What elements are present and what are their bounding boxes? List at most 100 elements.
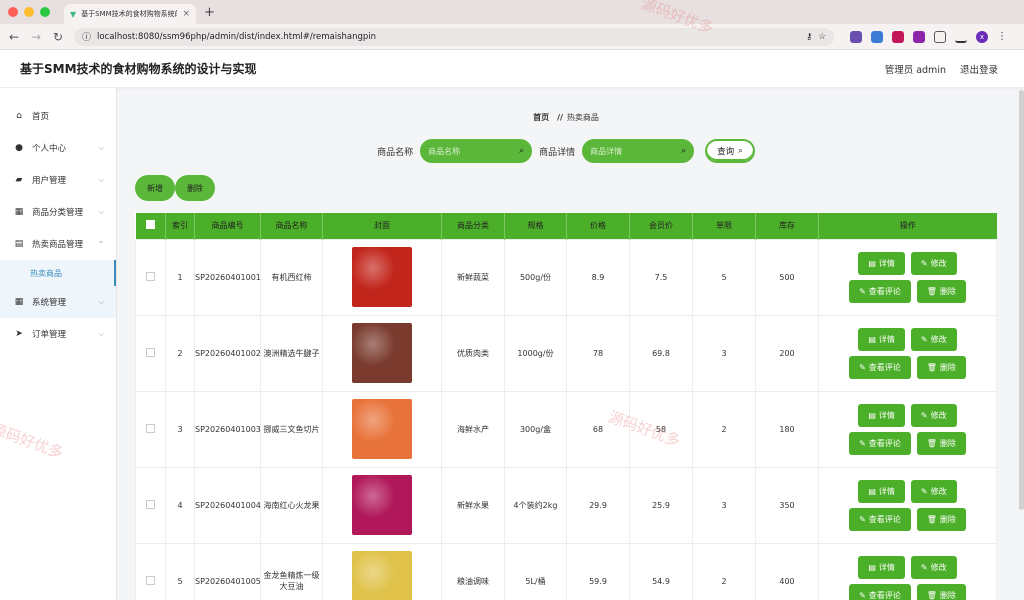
bookmark-star-icon[interactable]: ☆	[818, 32, 826, 42]
sidebar-item-system[interactable]: ▦ 系统管理 ⌵	[0, 286, 116, 318]
add-button[interactable]: 新增	[135, 175, 175, 201]
breadcrumb-home[interactable]: 首页	[533, 113, 549, 122]
product-cover-image[interactable]	[352, 323, 412, 383]
row-checkbox[interactable]	[146, 499, 155, 509]
extension-scissors-icon[interactable]	[850, 30, 862, 43]
site-info-icon[interactable]: ⓘ	[82, 30, 91, 43]
edit-button[interactable]: ✎ 修改	[910, 403, 957, 427]
sidebar-subitem-hot-products[interactable]: 热卖商品	[0, 260, 116, 286]
detail-button[interactable]: ▤ 详情	[858, 327, 905, 351]
product-name-field[interactable]: ⌕	[420, 139, 533, 163]
product-cover-image[interactable]	[352, 475, 412, 535]
maximize-window-button[interactable]	[40, 7, 50, 17]
select-all-header[interactable]	[135, 213, 166, 239]
delete-button-label: 删除	[939, 362, 956, 372]
sidebar-item-home[interactable]: ⌂ 首页	[0, 100, 116, 132]
view-reviews-button[interactable]: ✎ 查看评论	[849, 431, 911, 455]
detail-button-label: 详情	[878, 334, 895, 344]
close-tab-icon[interactable]: ×	[182, 9, 190, 19]
member-price-cell: 58	[629, 390, 693, 468]
view-reviews-button[interactable]: ✎ 查看评论	[849, 583, 911, 600]
close-window-button[interactable]	[8, 7, 18, 17]
row-checkbox[interactable]	[146, 347, 155, 357]
product-detail-label: 商品详情	[539, 147, 576, 158]
view-reviews-button[interactable]: ✎ 查看评论	[849, 279, 911, 303]
delete-button[interactable]: 🗑 删除	[916, 431, 966, 455]
product-cover-image[interactable]	[352, 247, 412, 307]
row-checkbox[interactable]	[146, 271, 155, 281]
member-price-cell: 7.5	[629, 238, 693, 316]
downloads-icon[interactable]	[955, 31, 967, 43]
reload-icon[interactable]: ↻	[52, 30, 64, 44]
category-cell: 海鲜水产	[441, 390, 505, 468]
trash-icon: 🗑	[926, 362, 937, 372]
product-detail-input[interactable]	[590, 146, 671, 156]
detail-button[interactable]: ▤ 详情	[858, 479, 905, 503]
extension-avatar-icon[interactable]	[913, 30, 925, 43]
edit-button[interactable]: ✎ 修改	[910, 479, 957, 503]
sidebar-item-personal[interactable]: ● 个人中心 ⌵	[0, 132, 116, 164]
trash-icon: 🗑	[926, 286, 937, 296]
table-row: 5 SP20260401005 金龙鱼精炼一级大豆油 粮油调味 5L/桶 59.9 54.9…	[135, 542, 997, 600]
sidebar-item-label: 个人中心	[32, 144, 67, 154]
row-select-cell[interactable]	[135, 466, 166, 544]
table-row: 4 SP20260401004 海南红心火龙果 新鲜水果 4个装约2kg 29.9 25.9…	[135, 466, 997, 544]
edit-button[interactable]: ✎ 修改	[910, 327, 957, 351]
query-button[interactable]: 查询 ⌕	[705, 139, 755, 163]
delete-button[interactable]: 🗑 删除	[916, 355, 966, 379]
detail-button[interactable]: ▤ 详情	[858, 555, 905, 579]
key-icon[interactable]: ⚷	[806, 32, 812, 42]
batch-delete-button[interactable]: 删除	[175, 175, 215, 201]
address-bar[interactable]: ⓘ localhost:8080/ssm96php/admin/dist/ind…	[74, 27, 834, 46]
page-scrollbar[interactable]	[1019, 90, 1024, 510]
product-name-input[interactable]	[428, 146, 509, 156]
detail-button-label: 详情	[878, 486, 895, 496]
edit-icon: ✎	[859, 438, 866, 448]
select-all-checkbox[interactable]	[145, 220, 155, 230]
limit-cell: 3	[692, 314, 756, 392]
edit-button[interactable]: ✎ 修改	[910, 251, 957, 275]
extensions-puzzle-icon[interactable]	[934, 30, 946, 43]
browser-tab[interactable]: ▼ 基于SMM技术的食材购物系统的 ×	[64, 4, 196, 24]
category-cell: 新鲜蔬菜	[441, 238, 505, 316]
row-select-cell[interactable]	[135, 390, 166, 468]
row-select-cell[interactable]	[135, 314, 166, 392]
forward-icon[interactable]: →	[30, 30, 42, 44]
row-select-cell[interactable]	[135, 542, 166, 600]
back-icon[interactable]: ←	[8, 30, 20, 44]
detail-button[interactable]: ▤ 详情	[858, 251, 905, 275]
extension-cut-icon[interactable]	[871, 30, 883, 43]
profile-avatar[interactable]: x	[976, 30, 988, 43]
product-cover-image[interactable]	[352, 399, 412, 459]
row-checkbox[interactable]	[146, 575, 155, 585]
edit-button[interactable]: ✎ 修改	[910, 555, 957, 579]
sidebar-item-category[interactable]: ▦ 商品分类管理 ⌵	[0, 196, 116, 228]
delete-button[interactable]: 🗑 删除	[916, 583, 966, 600]
row-checkbox[interactable]	[146, 423, 155, 433]
new-tab-button[interactable]: +	[204, 5, 215, 20]
cover-cell	[322, 466, 442, 544]
spec-cell: 500g/份	[504, 238, 567, 316]
detail-button[interactable]: ▤ 详情	[858, 403, 905, 427]
view-reviews-button[interactable]: ✎ 查看评论	[849, 507, 911, 531]
app-header: 基于SMM技术的食材购物系统的设计与实现 管理员 admin 退出登录	[0, 50, 1024, 88]
cover-cell	[322, 238, 442, 316]
extension-download-icon[interactable]	[892, 30, 904, 43]
delete-button[interactable]: 🗑 删除	[916, 507, 966, 531]
sidebar-item-hot-products[interactable]: ▤ 热卖商品管理 ⌃	[0, 228, 116, 260]
sidebar-item-orders[interactable]: ➤ 订单管理 ⌵	[0, 318, 116, 350]
product-detail-field[interactable]: ⌕	[582, 139, 695, 163]
row-select-cell[interactable]	[135, 238, 166, 316]
user-icon: ●	[15, 143, 23, 153]
logout-link[interactable]: 退出登录	[960, 62, 998, 76]
delete-button[interactable]: 🗑 删除	[916, 279, 966, 303]
view-reviews-button[interactable]: ✎ 查看评论	[849, 355, 911, 379]
minimize-window-button[interactable]	[24, 7, 34, 17]
product-cover-image[interactable]	[352, 551, 412, 600]
browser-menu-icon[interactable]: ⋮	[997, 31, 1009, 43]
sidebar-item-users[interactable]: ▰ 用户管理 ⌵	[0, 164, 116, 196]
limit-cell: 2	[692, 542, 756, 600]
app-title: 基于SMM技术的食材购物系统的设计与实现	[20, 62, 257, 76]
edit-icon: ✎	[920, 486, 928, 496]
limit-cell: 3	[692, 466, 756, 544]
